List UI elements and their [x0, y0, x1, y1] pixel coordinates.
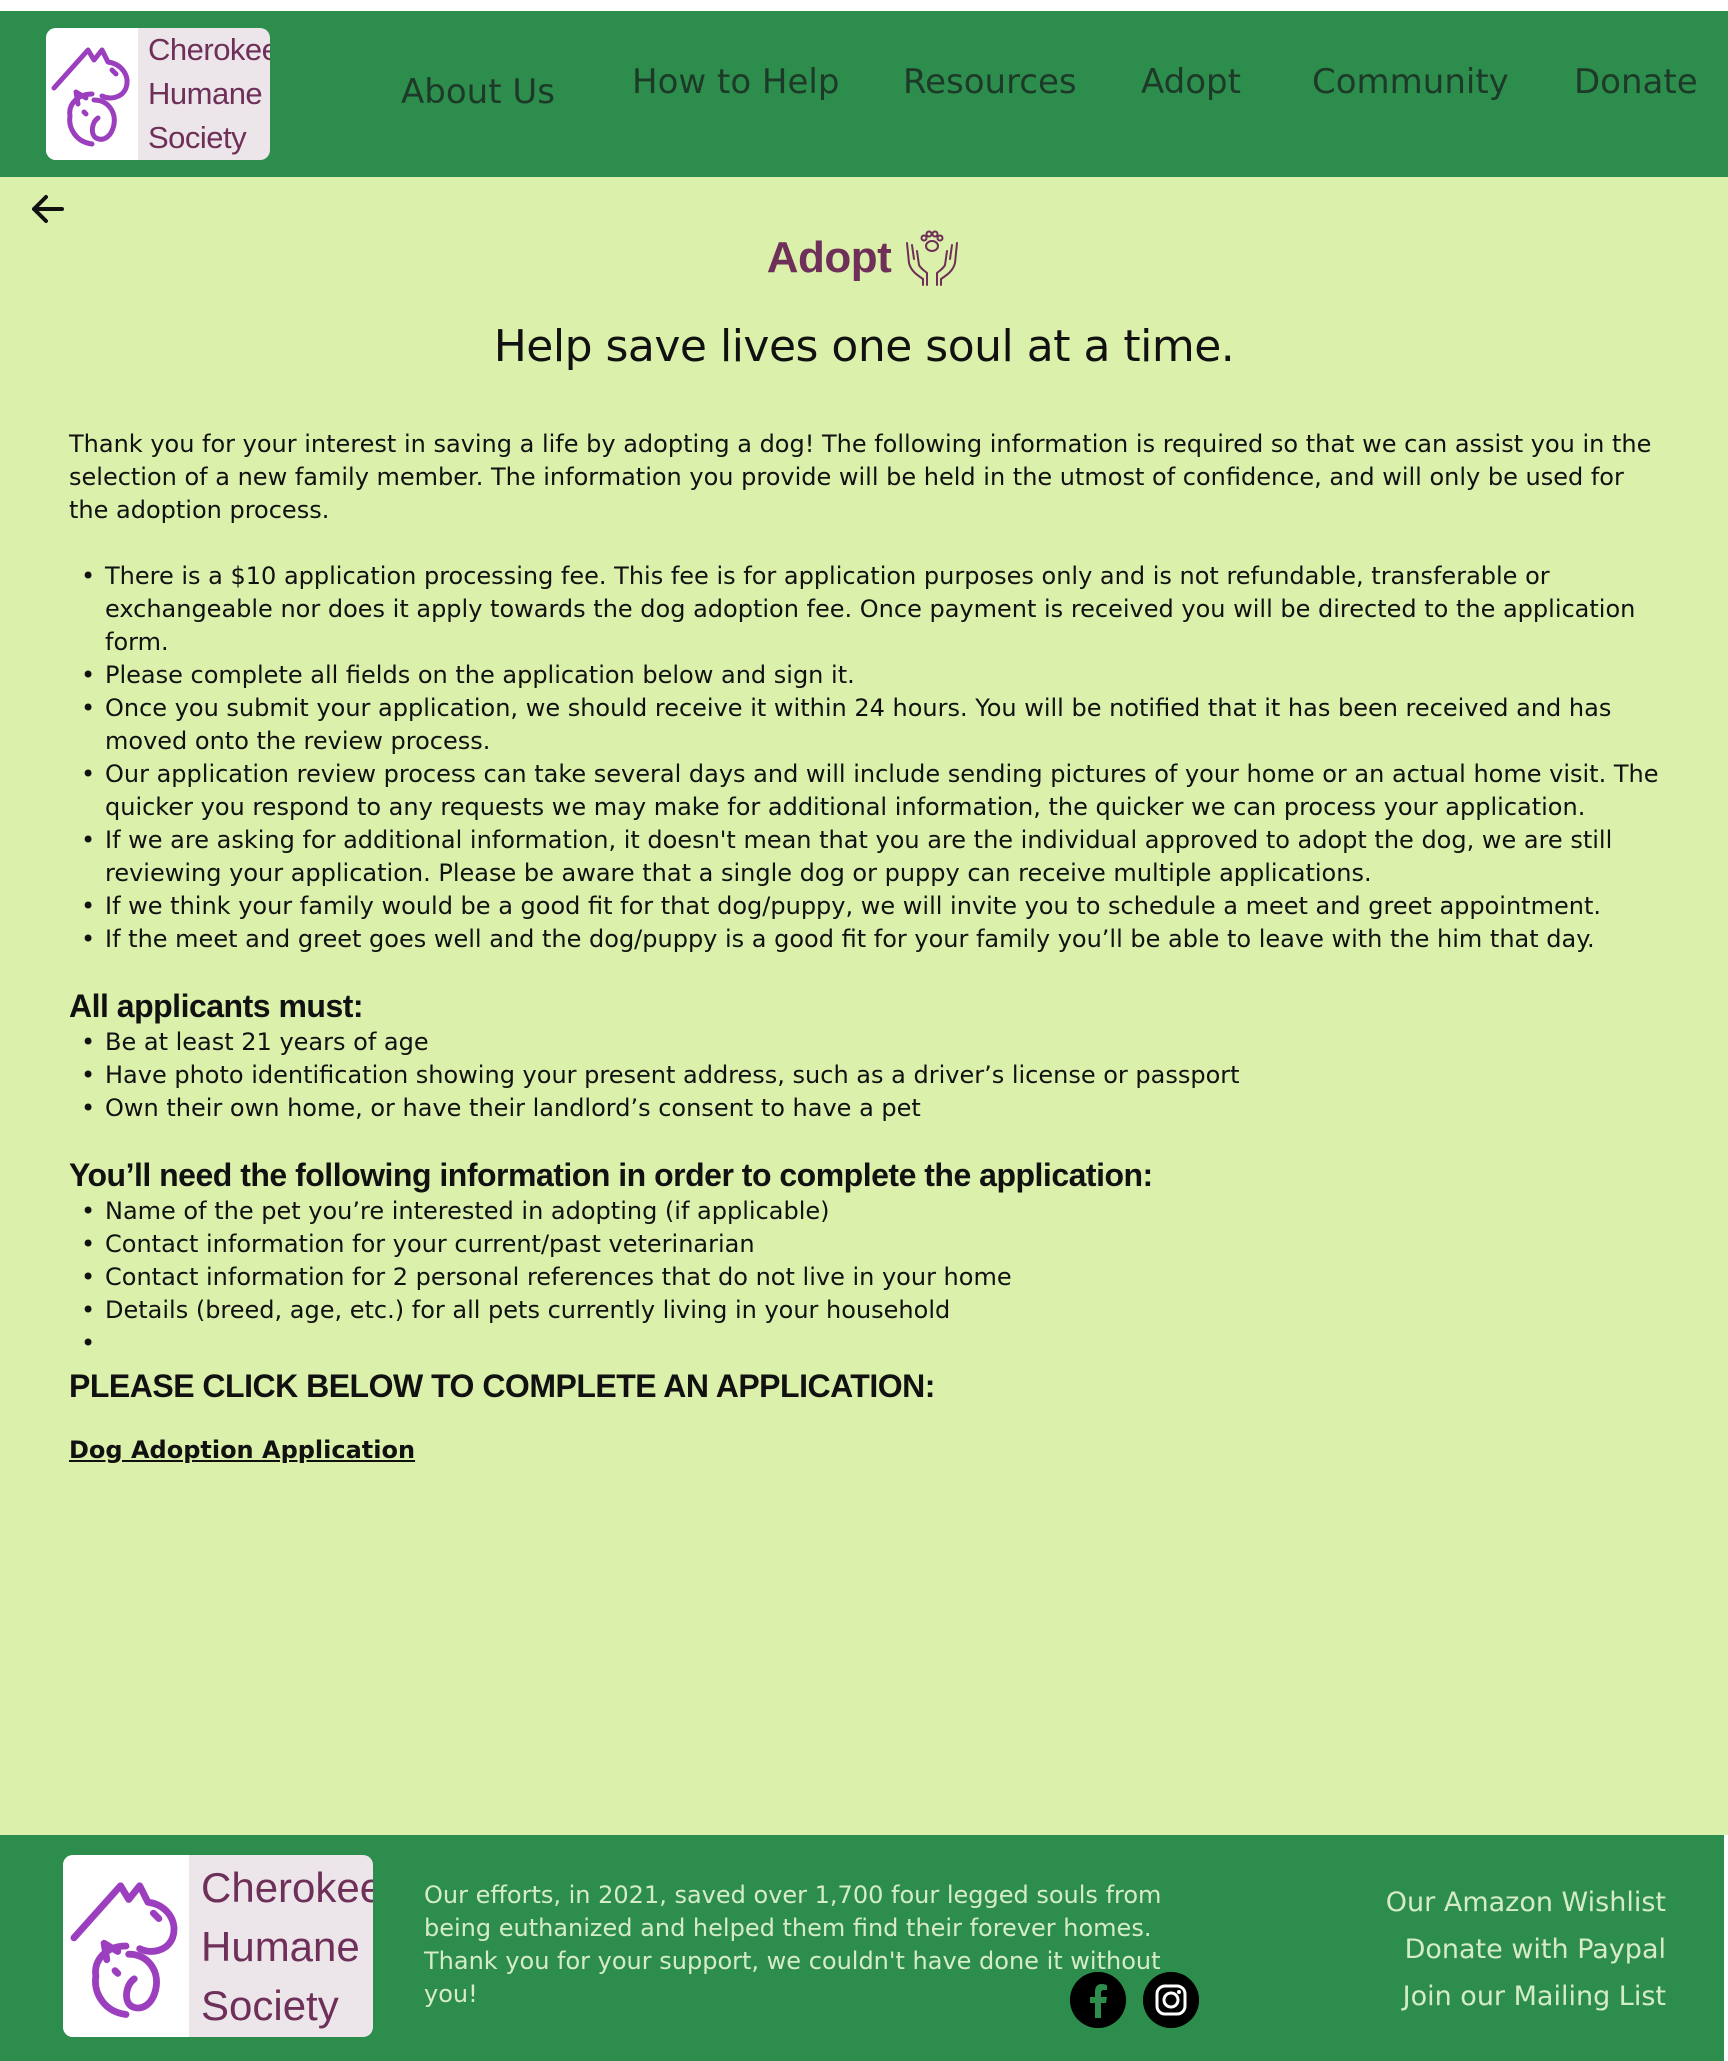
logo-line-2: Humane [201, 1922, 360, 1970]
page-heading: Adopt [0, 229, 1728, 287]
logo-line-1: Cherokee [201, 1863, 373, 1911]
list-item: • Details (breed, age, etc.) for all pets… [81, 1296, 951, 1324]
main-content: Adopt Help save lives one soul at a time… [0, 177, 1728, 1835]
list-item: • Please complete all fields on the appli… [81, 661, 855, 689]
list-item: • Contact information for 2 personal refe… [81, 1263, 1012, 1291]
nav-how-to-help[interactable]: How to Help [632, 62, 839, 102]
list-item: • If we are asking for additional informa… [81, 826, 1613, 887]
site-logo[interactable]: Cherokee Humane Society [46, 28, 270, 160]
list-item: • Our application review process can take… [81, 760, 1659, 821]
applicants-heading: All applicants must: [69, 988, 364, 1024]
adoption-info: Thank you for your interest in saving a … [69, 428, 1669, 1467]
list-item: • There is a $10 application processing f… [81, 562, 1636, 656]
logo-text: Cherokee Humane Society [138, 28, 270, 160]
back-button[interactable] [28, 189, 68, 229]
instagram-button[interactable] [1143, 1972, 1199, 2028]
list-item-text: Be at least 21 years of age [105, 1028, 429, 1056]
cat-dog-logo-icon [46, 28, 138, 160]
dog-adoption-application-link[interactable]: Dog Adoption Application [69, 1434, 415, 1467]
nav-community[interactable]: Community [1312, 62, 1509, 102]
amazon-wishlist-link[interactable]: Our Amazon Wishlist [1386, 1879, 1666, 1926]
nav-adopt[interactable]: Adopt [1141, 62, 1241, 102]
list-item-text: If we think your family would be a good … [105, 892, 1601, 920]
list-item-text: Once you submit your application, we sho… [105, 694, 1612, 755]
list-item-text: Contact information for your current/pas… [105, 1230, 755, 1258]
site-footer: Cherokee Humane Society Our efforts, in … [0, 1835, 1724, 2061]
facebook-icon [1070, 1972, 1126, 2028]
list-item: • Own their own home, or have their landl… [81, 1094, 921, 1122]
logo-text: Cherokee Humane Society [189, 1855, 373, 2037]
intro-paragraph: Thank you for your interest in saving a … [69, 430, 1652, 524]
logo-line-1: Cherokee [148, 32, 270, 67]
mailing-list-link[interactable]: Join our Mailing List [1386, 1973, 1666, 2020]
arrow-left-icon [32, 195, 64, 223]
list-item-text: Name of the pet you’re interested in ado… [105, 1197, 830, 1225]
list-item: • If the meet and greet goes well and the… [81, 925, 1595, 953]
list-item: • If we think your family would be a good… [81, 892, 1601, 920]
hands-paw-icon [906, 230, 959, 286]
logo-line-3: Society [148, 120, 247, 155]
list-item-text: Our application review process can take … [105, 760, 1659, 821]
footer-logo[interactable]: Cherokee Humane Society [63, 1855, 373, 2037]
list-item-text: Own their own home, or have their landlo… [105, 1094, 921, 1122]
list-item: • Be at least 21 years of age [81, 1028, 429, 1056]
nav-resources[interactable]: Resources [903, 62, 1077, 102]
list-item: • Name of the pet you’re interested in ad… [81, 1197, 830, 1225]
list-item-text: Have photo identification showing your p… [105, 1061, 1240, 1089]
list-item: • [81, 1329, 96, 1357]
list-item-text: Contact information for 2 personal refer… [105, 1263, 1012, 1291]
list-item-text: If the meet and greet goes well and the … [105, 925, 1595, 953]
list-item-text: If we are asking for additional informat… [105, 826, 1613, 887]
list-item: • Have photo identification showing your … [81, 1061, 1240, 1089]
applicants-list: • Be at least 21 years of age • Have photo… [69, 1026, 1669, 1125]
nav-about-us[interactable]: About Us [401, 72, 555, 112]
cat-dog-logo-icon [63, 1855, 189, 2037]
footer-links: Our Amazon Wishlist Donate with Paypal J… [1386, 1879, 1666, 2020]
cta-heading: PLEASE CLICK BELOW TO COMPLETE AN APPLIC… [69, 1368, 935, 1404]
instagram-icon [1143, 1972, 1199, 2028]
page-tagline: Help save lives one soul at a time. [493, 321, 1235, 372]
site-header: Cherokee Humane Society About Us How to … [0, 11, 1728, 177]
list-item: • Once you submit your application, we sh… [81, 694, 1612, 755]
donate-paypal-link[interactable]: Donate with Paypal [1386, 1926, 1666, 1973]
info-needed-list: • Name of the pet you’re interested in ad… [69, 1195, 1669, 1360]
logo-line-2: Humane [148, 76, 263, 111]
facebook-button[interactable] [1070, 1972, 1126, 2028]
list-item-text: Please complete all fields on the applic… [105, 661, 855, 689]
process-list: • There is a $10 application processing f… [69, 560, 1669, 956]
list-item-text: There is a $10 application processing fe… [105, 562, 1636, 656]
list-item: • Contact information for your current/pa… [81, 1230, 755, 1258]
info-needed-heading: You’ll need the following information in… [69, 1157, 1153, 1193]
list-item-text: Details (breed, age, etc.) for all pets … [105, 1296, 951, 1324]
page-title: Adopt [766, 233, 892, 282]
logo-line-3: Society [201, 1981, 339, 2029]
nav-donate[interactable]: Donate [1574, 62, 1698, 102]
